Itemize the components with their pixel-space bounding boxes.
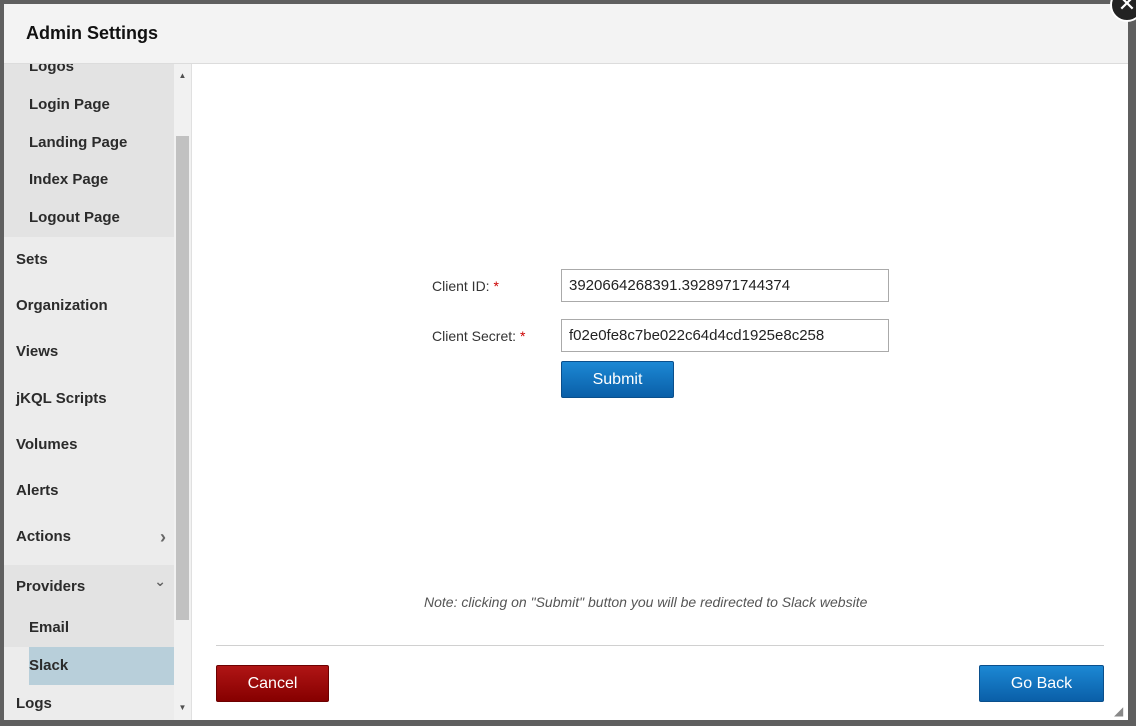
sidebar-item-label: Landing Page <box>29 134 128 151</box>
dialog-header: Admin Settings <box>4 4 1128 64</box>
sidebar-item-views[interactable]: Views <box>4 333 174 371</box>
sidebar-item-organization[interactable]: Organization <box>4 287 174 325</box>
sidebar-item-label: Sets <box>16 251 48 268</box>
client-id-input[interactable] <box>561 269 889 302</box>
redirect-note: Note: clicking on "Submit" button you wi… <box>424 594 868 610</box>
sidebar-item-alerts[interactable]: Alerts <box>4 472 174 510</box>
sidebar-item-slack[interactable]: Slack <box>29 647 174 685</box>
required-mark: * <box>493 278 499 294</box>
sidebar-item-actions[interactable]: Actions › <box>4 518 174 556</box>
sidebar-item-label: Index Page <box>29 171 109 188</box>
sidebar-item-logout-page[interactable]: Logout Page <box>4 199 174 237</box>
sidebar-item-logos[interactable]: Logos <box>4 64 174 86</box>
sidebar-item-label: Slack <box>29 657 69 674</box>
sidebar-item-label: Email <box>29 619 70 636</box>
sidebar-item-label: Login Page <box>29 96 110 113</box>
sidebar-item-label: Logos <box>29 64 74 75</box>
chevron-down-icon: ⌄ <box>154 573 166 589</box>
required-mark: * <box>519 328 526 344</box>
admin-settings-dialog: Admin Settings Logos Login Page Landing … <box>4 4 1128 720</box>
client-secret-input[interactable] <box>561 319 889 352</box>
scroll-up-icon[interactable]: ▲ <box>174 68 191 84</box>
sidebar-item-label: Alerts <box>16 482 59 499</box>
sidebar-item-login-page[interactable]: Login Page <box>4 86 174 124</box>
client-secret-label: Client Secret: * <box>432 328 525 344</box>
sidebar-item-label: Volumes <box>16 436 78 453</box>
cancel-button[interactable]: Cancel <box>216 665 329 702</box>
sidebar-item-label: Logs <box>16 695 52 712</box>
sidebar-item-label: Providers <box>16 578 86 595</box>
go-back-button[interactable]: Go Back <box>979 665 1104 702</box>
scroll-down-icon[interactable]: ▼ <box>174 700 191 716</box>
footer-divider <box>216 645 1104 646</box>
sidebar-item-landing-page[interactable]: Landing Page <box>4 124 174 162</box>
resize-grip-icon[interactable]: ◢ <box>1114 704 1123 718</box>
sidebar-item-index-page[interactable]: Index Page <box>4 161 174 199</box>
submit-button[interactable]: Submit <box>561 361 674 398</box>
sidebar-item-logs[interactable]: Logs <box>4 685 174 720</box>
sidebar-item-sets[interactable]: Sets <box>4 241 174 279</box>
sidebar-item-volumes[interactable]: Volumes <box>4 426 174 464</box>
client-secret-label-text: Client Secret: <box>432 328 517 344</box>
sidebar-item-label: Logout Page <box>29 209 120 226</box>
chevron-right-icon: › <box>160 527 166 547</box>
dialog-title: Admin Settings <box>26 23 159 43</box>
client-id-label-text: Client ID: <box>432 278 490 294</box>
sidebar-item-label: Actions <box>16 528 72 545</box>
sidebar-item-label: Views <box>16 343 59 360</box>
sidebar-item-providers[interactable]: Providers ⌄ <box>4 565 174 609</box>
sidebar-nav: Logos Login Page Landing Page Index Page… <box>4 64 192 720</box>
scrollbar-thumb[interactable] <box>176 136 189 620</box>
sidebar-item-email[interactable]: Email <box>4 609 174 647</box>
client-id-label: Client ID: * <box>432 278 499 294</box>
sidebar-item-label: Organization <box>16 297 108 314</box>
sidebar-item-label: jKQL Scripts <box>16 390 107 407</box>
sidebar-item-jkql-scripts[interactable]: jKQL Scripts <box>4 380 174 418</box>
sidebar-scrollbar[interactable]: ▲ ▼ <box>174 64 191 720</box>
